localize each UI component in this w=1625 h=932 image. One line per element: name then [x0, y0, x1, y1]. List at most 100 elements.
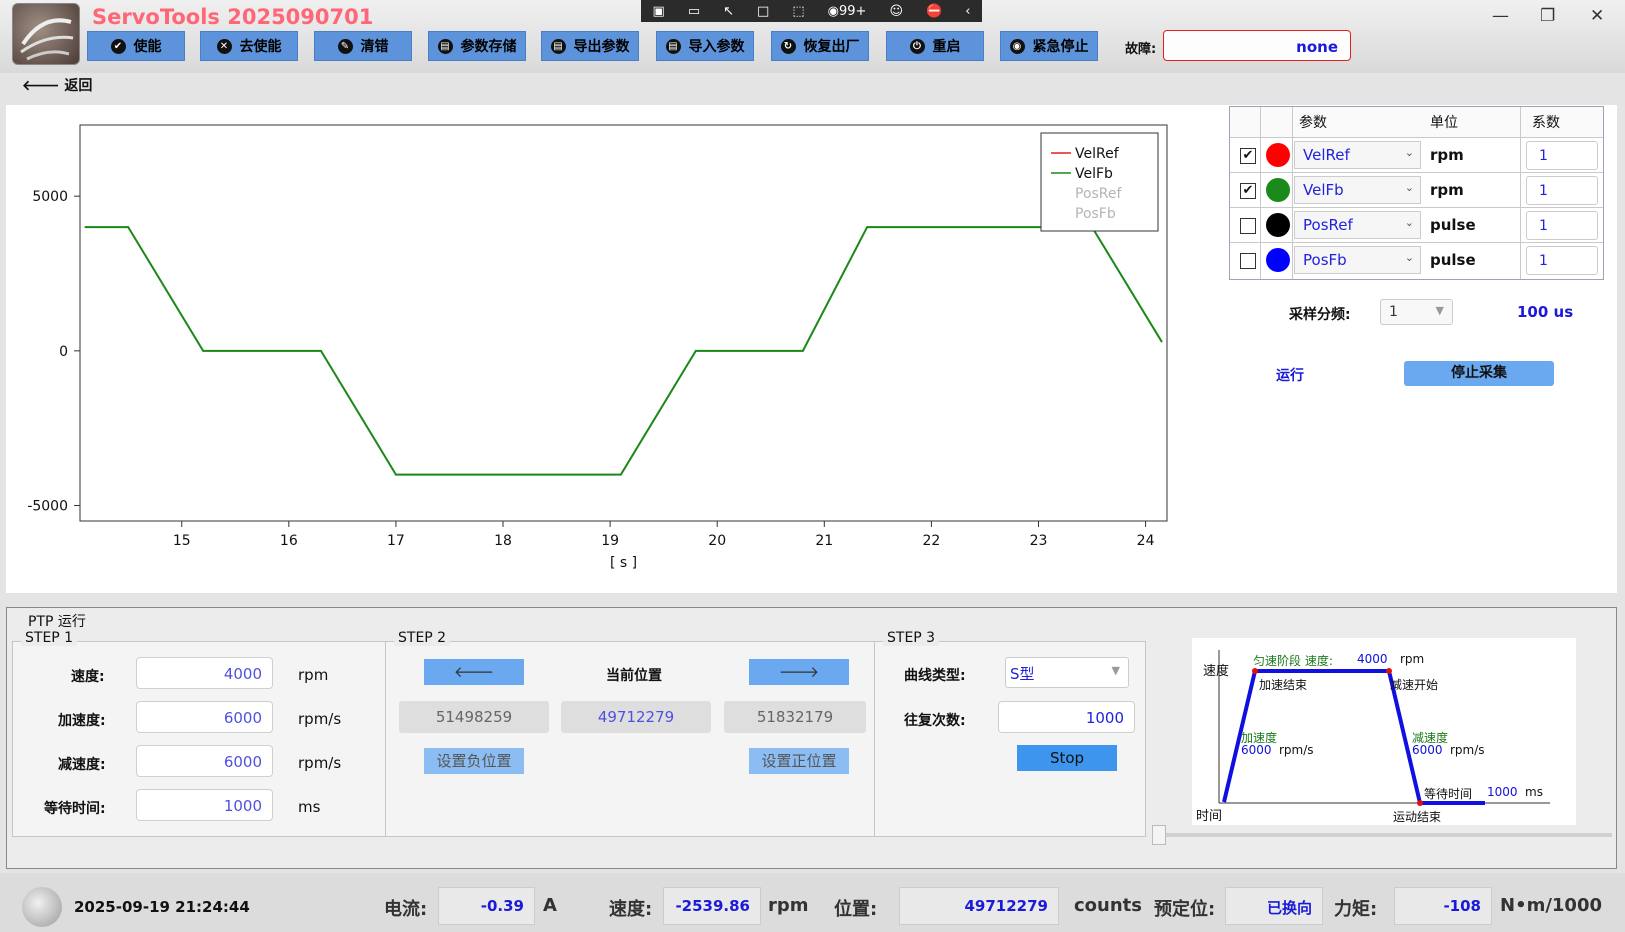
channel-name: PosRef [1303, 216, 1353, 234]
chart-panel: 15 16 17 18 19 20 21 22 23 24 5000 0 -5000 [ s ] VelRe… [6, 105, 1231, 593]
channel-checkbox[interactable]: ✔ [1240, 183, 1256, 199]
notification-badge[interactable]: ◉99+ [828, 4, 867, 19]
channel-select[interactable]: VelFb ⌄ [1294, 176, 1421, 204]
diagram-acc-value: 6000 [1241, 743, 1272, 757]
toolbar-button-label: 恢复出厂 [803, 39, 860, 55]
arrow-left-icon: 🡐 [453, 663, 495, 681]
repeat-input[interactable]: 1000 [998, 701, 1135, 733]
sampling-select[interactable]: 1 ▼ [1380, 299, 1453, 325]
diagram-speed-axis: 速度 [1203, 664, 1230, 679]
profile-diagram: 速度 时间 匀速阶段 速度: 4000 rpm 加速结束 减速开始 加速度 60… [1192, 638, 1576, 825]
status-datetime: 2025-09-19 21:24:44 [74, 898, 250, 916]
move-negative-button[interactable]: 🡐 [424, 659, 524, 685]
channel-unit: rpm [1430, 146, 1464, 164]
waveform-chart: 15 16 17 18 19 20 21 22 23 24 5000 0 -5000 [ s ] VelRe… [27, 124, 1168, 571]
set-positive-position-button[interactable]: 设置正位置 [749, 748, 849, 774]
run-button[interactable]: 运行 [1276, 365, 1304, 385]
acc-input[interactable]: 6000 [136, 701, 273, 733]
toolbar-button-8[interactable]: ◉ 紧急停止 [1000, 31, 1098, 61]
wait-label: 等待时间: [44, 801, 106, 817]
diagram-acc-unit: rpm/s [1279, 743, 1314, 757]
data-point [694, 350, 697, 352]
arrow-left-icon: 🡐 [22, 78, 65, 94]
accessibility-icon[interactable]: ☺ [889, 4, 903, 19]
acc-unit: rpm/s [298, 710, 342, 728]
channel-coef-input[interactable]: 1 [1526, 246, 1598, 275]
legend-label: VelFb [1075, 166, 1113, 182]
speed-status-unit: rpm [768, 895, 809, 916]
region-icon[interactable]: ⬚ [792, 4, 804, 19]
step1-title: STEP 1 [21, 630, 78, 646]
screen-overlay-toolbar[interactable]: ▣ ▭ ↖ □ ⬚ ◉99+ ☺ ⛔ ‹ [641, 0, 982, 22]
channel-unit: pulse [1430, 251, 1476, 269]
torque-value: -108 [1394, 887, 1492, 925]
x-circle-icon: ✕ [216, 38, 232, 54]
record-icon[interactable]: ▭ [688, 4, 700, 19]
table-row: PosFb ⌄ pulse 1 [1230, 242, 1603, 277]
channel-color-swatch [1266, 143, 1290, 167]
close-icon[interactable]: ✕ [1590, 6, 1604, 26]
x-tick-label: 18 [494, 533, 512, 549]
app-logo [12, 3, 80, 65]
channel-table: 参数 单位 系数 ✔ VelRef ⌄ rpm 1 ✔ VelFb ⌄ rpm 1 PosRef ⌄ p… [1229, 106, 1604, 280]
minimize-icon[interactable]: — [1492, 6, 1509, 26]
position-label: 位置: [834, 899, 878, 920]
window-icon[interactable]: □ [757, 4, 769, 19]
badge-count: 99+ [839, 3, 867, 19]
preset-label: 预定位: [1154, 899, 1216, 920]
channel-select[interactable]: PosFb ⌄ [1294, 246, 1421, 274]
dec-input[interactable]: 6000 [136, 745, 273, 777]
toolbar-button-label: 重启 [932, 39, 961, 55]
acc-label: 加速度: [58, 713, 106, 729]
block-icon[interactable]: ⛔ [926, 4, 942, 19]
toolbar-button-4[interactable]: ▤ 导出参数 [541, 31, 639, 61]
x-tick-label: 17 [387, 533, 405, 549]
curve-type-select[interactable]: S型 ▼ [1005, 657, 1129, 688]
legend-label: VelRef [1075, 146, 1120, 162]
toolbar-button-3[interactable]: ▤ 参数存储 [428, 31, 526, 61]
toolbar-button-label: 导入参数 [688, 39, 745, 55]
ptp-stop-button[interactable]: Stop [1017, 745, 1117, 771]
toolbar-button-0[interactable]: ✔ 使能 [87, 31, 185, 61]
chevron-left-icon[interactable]: ‹ [965, 4, 970, 19]
wait-input[interactable]: 1000 [136, 789, 273, 821]
diagram-motion-end: 运动结束 [1393, 810, 1442, 824]
back-button[interactable]: 🡐 返回 [22, 75, 92, 95]
diagram-time-axis: 时间 [1196, 809, 1223, 824]
channel-select[interactable]: PosRef ⌄ [1294, 211, 1421, 239]
channel-checkbox[interactable] [1240, 218, 1256, 234]
plot-area [79, 124, 1168, 522]
channel-coef-input[interactable]: 1 [1526, 141, 1598, 170]
channel-unit: rpm [1430, 181, 1464, 199]
move-positive-button[interactable]: 🡒 [749, 659, 849, 685]
data-point [395, 473, 397, 476]
toolbar-button-2[interactable]: ✎ 清错 [314, 31, 412, 61]
toolbar-button-5[interactable]: ▤ 导入参数 [656, 31, 754, 61]
speed-label: 速度: [71, 669, 105, 685]
x-tick-label: 20 [708, 533, 726, 549]
table-divider [1260, 107, 1261, 279]
toolbar-button-6[interactable]: ↻ 恢复出厂 [771, 31, 869, 61]
channel-name: PosFb [1303, 251, 1347, 269]
speed-input[interactable]: 4000 [136, 657, 273, 689]
channel-select[interactable]: VelRef ⌄ [1294, 141, 1421, 169]
restore-icon[interactable]: ❐ [1540, 6, 1555, 26]
channel-checkbox[interactable] [1240, 253, 1256, 269]
toolbar-button-1[interactable]: ✕ 去使能 [200, 31, 298, 61]
negative-position-field: 51498259 [399, 701, 549, 733]
channel-coef-input[interactable]: 1 [1526, 176, 1598, 205]
toolbar-button-7[interactable]: ⏻ 重启 [886, 31, 984, 61]
stop-sampling-button[interactable]: 停止采集 [1404, 361, 1554, 386]
table-divider [1520, 107, 1521, 279]
screenshot-icon[interactable]: ▣ [653, 4, 665, 19]
position-unit: counts [1074, 895, 1142, 916]
channel-checkbox[interactable]: ✔ [1240, 148, 1256, 164]
data-point [84, 226, 87, 228]
pointer-icon[interactable]: ↖ [723, 4, 734, 19]
channel-color-swatch [1266, 248, 1290, 272]
horizontal-scrollbar[interactable] [1152, 825, 1612, 845]
channel-coef-input[interactable]: 1 [1526, 211, 1598, 240]
current-value: -0.39 [438, 887, 535, 925]
scrollbar-thumb[interactable] [1152, 825, 1166, 845]
set-negative-position-button[interactable]: 设置负位置 [424, 748, 524, 774]
